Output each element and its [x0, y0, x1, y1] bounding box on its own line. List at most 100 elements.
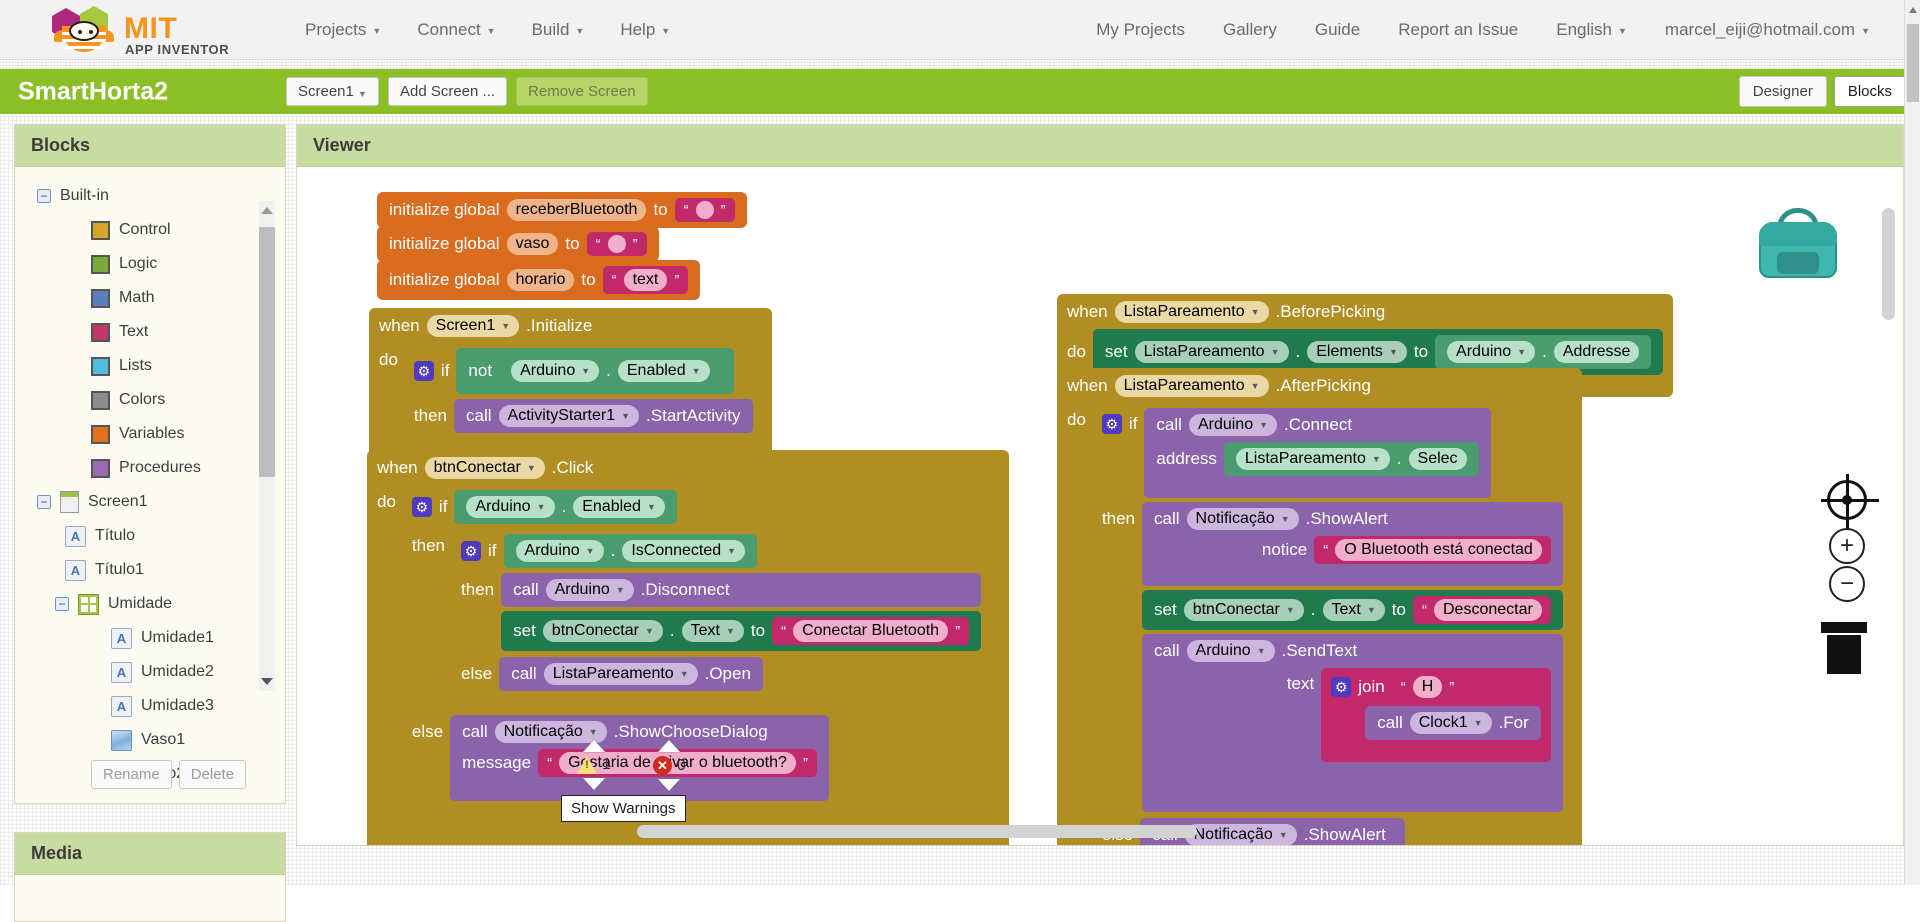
block-initialize-global-horario[interactable]: initialize global horario to “ text ” [377, 260, 701, 300]
mutator-gear-icon[interactable] [413, 361, 434, 381]
palette-item-procedures[interactable]: Procedures [15, 451, 285, 485]
component-dropdown[interactable]: Arduino ▼ [1447, 341, 1536, 363]
collapse-icon[interactable]: − [37, 495, 51, 509]
property-dropdown[interactable]: Elements ▼ [1307, 341, 1407, 363]
block-call-activitystarter1-startactivity[interactable]: call ActivityStarter1 ▼ .StartActivity [454, 399, 753, 433]
global-name-field[interactable]: receberBluetooth [506, 199, 647, 221]
component-dropdown[interactable]: btnConectar ▼ [542, 620, 663, 642]
block-if-then[interactable]: if not Arduino ▼ . Enabled [404, 343, 762, 447]
blocks-tree-scrollbar[interactable] [259, 201, 275, 691]
block-call-arduino-sendtext[interactable]: call Arduino ▼ .SendText text ⚙ join “ H… [1142, 634, 1563, 812]
text-value-field[interactable]: O Bluetooth está conectad [1335, 539, 1542, 561]
zoom-out-button[interactable]: − [1829, 566, 1865, 602]
mit-app-inventor-logo[interactable]: MIT APP INVENTOR [40, 4, 230, 57]
tree-item-umidade2[interactable]: A Umidade2 [15, 655, 285, 689]
component-dropdown[interactable]: Arduino ▼ [466, 496, 555, 518]
menu-help[interactable]: Help ▼ [620, 20, 670, 40]
palette-item-control[interactable]: Control [15, 213, 285, 247]
show-warnings-button[interactable]: Show Warnings [561, 795, 686, 822]
block-initialize-global-vaso[interactable]: initialize global vaso to “ ” [377, 226, 659, 262]
trash-icon[interactable] [1819, 622, 1869, 674]
text-value-field[interactable] [695, 201, 714, 219]
block-when-screen1-initialize[interactable]: when Screen1 ▼ .Initialize do if not [369, 308, 772, 469]
block-text-bluetooth-conectado[interactable]: “ O Bluetooth está conectad [1314, 536, 1551, 564]
link-gallery[interactable]: Gallery [1223, 20, 1277, 40]
link-report-an-issue[interactable]: Report an Issue [1398, 20, 1518, 40]
text-value-field[interactable]: Conectar Bluetooth [793, 620, 949, 642]
scroll-up-icon[interactable] [261, 207, 273, 214]
center-target-icon[interactable] [1821, 474, 1879, 532]
global-name-field[interactable]: horario [506, 269, 575, 291]
link-my-projects[interactable]: My Projects [1096, 20, 1185, 40]
block-arduino-isconnected-getter[interactable]: Arduino ▼ . IsConnected ▼ [503, 534, 758, 568]
tree-item-built-in[interactable]: − Built-in [15, 179, 285, 213]
palette-item-lists[interactable]: Lists [15, 349, 285, 383]
block-when-listapareamento-afterpicking[interactable]: when ListaPareamento ▼ .AfterPicking do … [1057, 368, 1582, 845]
block-arduino-enabled-getter[interactable]: Arduino ▼ . Enabled ▼ [499, 354, 722, 388]
block-call-listapareamento-open[interactable]: call ListaPareamento ▼ .Open [499, 657, 763, 691]
component-dropdown[interactable]: Notificação ▼ [1186, 508, 1299, 530]
property-dropdown[interactable]: Selec [1408, 448, 1467, 470]
remove-screen-button[interactable]: Remove Screen [516, 76, 648, 107]
component-dropdown[interactable]: Arduino ▼ [1188, 414, 1278, 436]
property-dropdown[interactable]: Text ▼ [681, 620, 744, 642]
user-account-selector[interactable]: marcel_eiji@hotmail.com ▼ [1665, 20, 1870, 40]
component-dropdown[interactable]: ListaPareamento ▼ [1114, 375, 1269, 397]
block-set-btnconectar-text[interactable]: set btnConectar ▼ . Text ▼ to “ Conectar… [501, 611, 982, 651]
block-listapareamento-selection-getter[interactable]: ListaPareamento ▼ . Selec [1223, 442, 1479, 476]
block-if-then-outer[interactable]: if Arduino ▼ . Enabled ▼ [402, 485, 1000, 819]
zoom-in-button[interactable]: + [1829, 528, 1865, 564]
scrollbar-thumb[interactable] [259, 227, 275, 477]
warning-next-icon[interactable] [582, 778, 605, 790]
component-dropdown[interactable]: ListaPareamento ▼ [1134, 341, 1289, 363]
component-dropdown[interactable]: Arduino ▼ [515, 540, 604, 562]
component-dropdown[interactable]: Arduino ▼ [511, 360, 600, 382]
mutator-gear-icon[interactable] [1101, 414, 1122, 434]
block-text-conectar-bluetooth[interactable]: “ Conectar Bluetooth ” [772, 617, 970, 645]
text-value-field[interactable]: text [623, 269, 668, 291]
menu-connect[interactable]: Connect ▼ [417, 20, 495, 40]
palette-item-math[interactable]: Math [15, 281, 285, 315]
collapse-icon[interactable]: − [37, 189, 51, 203]
language-selector[interactable]: English ▼ [1556, 20, 1627, 40]
block-if-then-else[interactable]: if call Arduino ▼ .Connect [1092, 403, 1572, 845]
tree-item-umidade1[interactable]: A Umidade1 [15, 621, 285, 655]
blocks-tab[interactable]: Blocks [1833, 76, 1906, 107]
component-dropdown[interactable]: btnConectar ▼ [1183, 599, 1304, 621]
block-text-desconectar[interactable]: “ Desconectar [1412, 596, 1551, 624]
tree-item-vaso1[interactable]: Vaso1 [15, 723, 285, 757]
component-dropdown[interactable]: Screen1 ▼ [426, 315, 520, 337]
global-name-field[interactable]: vaso [506, 233, 559, 255]
empty-text-block[interactable]: “ ” [586, 232, 647, 256]
menu-build[interactable]: Build ▼ [532, 20, 585, 40]
block-if-then-else-inner[interactable]: if Arduino ▼ . IsConnected ▼ [452, 529, 991, 707]
block-call-notificacao-showalert-success[interactable]: call Notificação ▼ .ShowAlert notice “ O… [1142, 502, 1563, 586]
block-not[interactable]: not Arduino ▼ . Enabled ▼ [456, 348, 734, 394]
error-prev-icon[interactable] [658, 740, 681, 752]
error-next-icon[interactable] [658, 779, 681, 791]
collapse-icon[interactable]: − [55, 597, 69, 611]
component-dropdown[interactable]: Notificação ▼ [1184, 824, 1297, 845]
scroll-down-icon[interactable] [261, 678, 273, 685]
canvas-horizontal-scrollbar[interactable] [637, 825, 1197, 838]
property-dropdown[interactable]: Addresse [1553, 341, 1640, 363]
block-set-btnconectar-text-desconectar[interactable]: set btnConectar ▼ . Text ▼ to “ Desconec… [1142, 590, 1563, 630]
component-dropdown[interactable]: ListaPareamento ▼ [1114, 301, 1269, 323]
empty-text-block[interactable]: “ ” [674, 198, 735, 222]
palette-item-text[interactable]: Text [15, 315, 285, 349]
block-initialize-global-receberbluetooth[interactable]: initialize global receberBluetooth to “ … [377, 192, 747, 228]
component-dropdown[interactable]: ListaPareamento ▼ [543, 663, 698, 685]
block-join[interactable]: join “ H ” [1321, 668, 1551, 762]
mutator-gear-icon[interactable] [461, 541, 482, 561]
warning-prev-icon[interactable] [582, 740, 605, 752]
block-call-arduino-connect[interactable]: call Arduino ▼ .Connect address ListaPar… [1144, 408, 1491, 498]
rename-button[interactable]: Rename [91, 759, 172, 789]
block-call-arduino-disconnect[interactable]: call Arduino ▼ .Disconnect [501, 573, 982, 607]
property-dropdown[interactable]: Text ▼ [1322, 599, 1385, 621]
tree-item-umidade[interactable]: − Umidade [15, 587, 285, 621]
block-arduino-enabled-getter[interactable]: Arduino ▼ . Enabled ▼ [454, 490, 677, 524]
palette-item-colors[interactable]: Colors [15, 383, 285, 417]
backpack-icon[interactable] [1755, 208, 1841, 280]
palette-item-variables[interactable]: Variables [15, 417, 285, 451]
block-arduino-addresses-getter[interactable]: Arduino ▼ . Addresse [1435, 335, 1652, 369]
